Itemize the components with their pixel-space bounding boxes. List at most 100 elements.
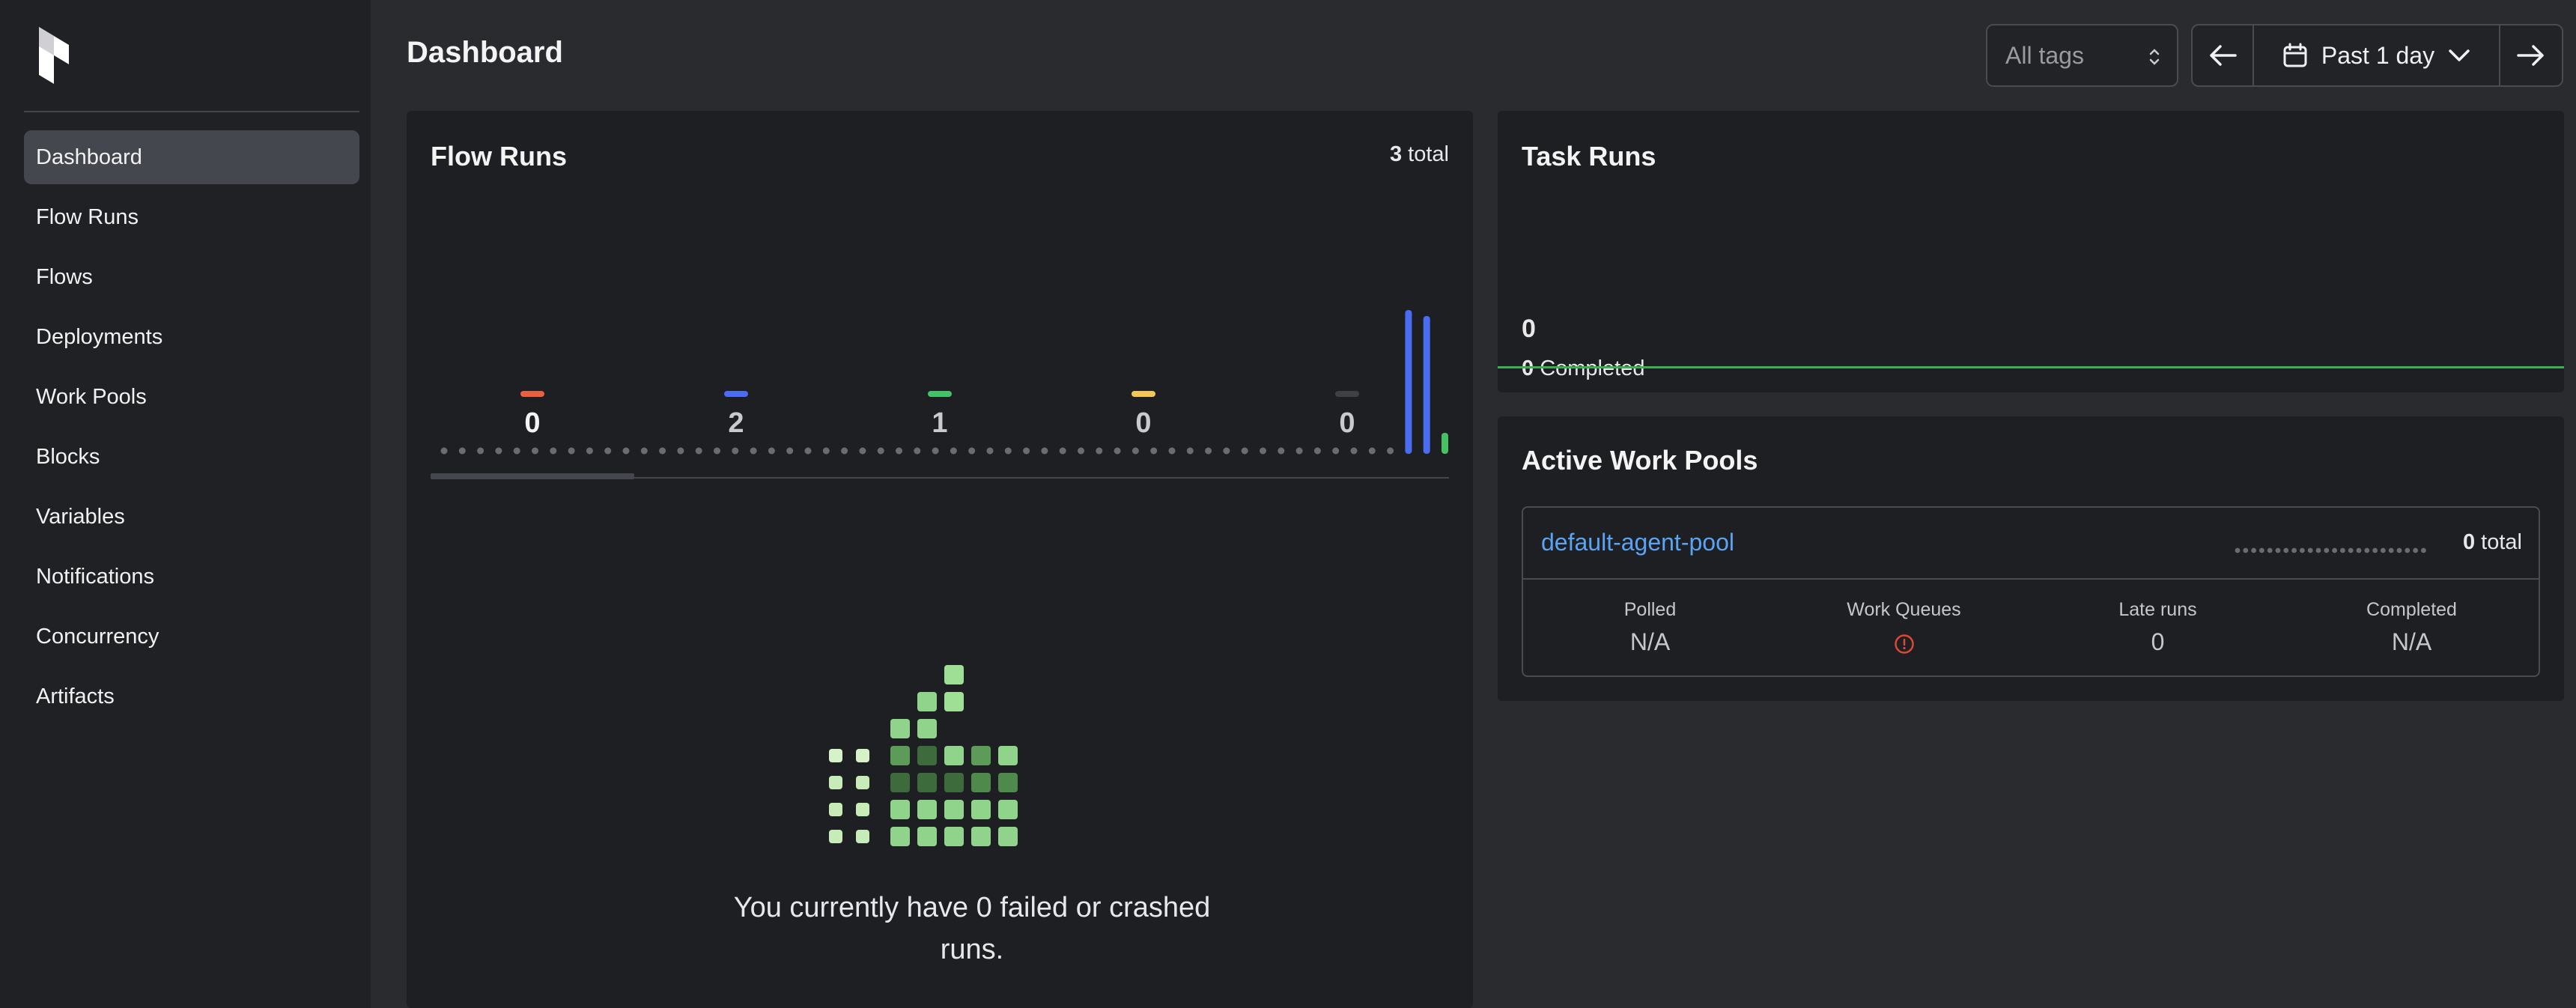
work-pool-stats: Polled N/A Work Queues Late runs 0 Compl… <box>1523 581 2539 677</box>
late-state-pill <box>1131 391 1155 397</box>
illustration-tile <box>829 776 842 789</box>
task-runs-completed-line <box>1498 366 2564 368</box>
activity-dot <box>2421 547 2426 553</box>
activity-dot <box>2332 547 2337 553</box>
task-runs-count: 0 <box>1522 315 1536 343</box>
work-pool-total-label: total <box>2481 530 2522 554</box>
arrow-right-icon <box>2517 45 2544 66</box>
activity-dot <box>2372 547 2378 553</box>
activity-dot <box>2283 547 2289 553</box>
tab-late-count: 0 <box>1135 407 1152 439</box>
illustration-tile <box>998 827 1018 846</box>
illustration-tile <box>971 746 991 765</box>
illustration-tile <box>944 827 964 846</box>
activity-dot <box>2413 547 2418 553</box>
sort-chevrons-icon <box>2149 49 2160 65</box>
illustration-tile <box>890 800 910 819</box>
illustration-tile <box>944 773 964 792</box>
illustration-tile <box>917 800 937 819</box>
tab-late[interactable]: 0 <box>1042 382 1245 472</box>
activity-dot <box>2364 547 2370 553</box>
activity-dot <box>2251 547 2256 553</box>
work-pool-activity-dots <box>2235 547 2426 553</box>
flow-runs-card: Flow Runs 3 total 0 2 1 0 0 You currentl… <box>407 111 1473 1008</box>
date-range-label: Past 1 day <box>2321 41 2435 69</box>
empty-state-message: You currently have 0 failed or crashed r… <box>733 892 1211 965</box>
illustration-tile <box>856 749 869 762</box>
sidebar-item-variables[interactable]: Variables <box>24 490 359 544</box>
sidebar-item-artifacts[interactable]: Artifacts <box>24 670 359 723</box>
date-range-picker: Past 1 day <box>2191 24 2563 87</box>
illustration-tile <box>829 830 842 843</box>
activity-dot <box>2405 547 2411 553</box>
stat-work-queues: Work Queues <box>1777 581 2031 677</box>
stat-completed-value: N/A <box>2391 628 2432 655</box>
flow-runs-total-count: 3 <box>1389 142 1403 166</box>
activity-dot <box>2307 547 2313 553</box>
stat-late-runs-value: 0 <box>2151 628 2165 655</box>
illustration-tile <box>890 827 910 846</box>
sidebar-item-work-pools[interactable]: Work Pools <box>24 370 359 424</box>
state-tabs: 0 2 1 0 0 <box>431 382 1449 592</box>
illustration-tile <box>998 773 1018 792</box>
activity-dot <box>2291 547 2297 553</box>
sidebar-item-flow-runs[interactable]: Flow Runs <box>24 190 359 244</box>
illustration-tile <box>944 665 964 684</box>
illustration-tile <box>944 692 964 711</box>
sidebar: Dashboard Flow Runs Flows Deployments Wo… <box>0 0 371 1008</box>
cancelled-state-pill <box>1335 391 1359 397</box>
activity-dot <box>2275 547 2281 553</box>
tab-completed-count: 1 <box>932 407 948 439</box>
activity-dot <box>2267 547 2273 553</box>
warning-circle-icon[interactable] <box>1893 633 1916 655</box>
next-range-button[interactable] <box>2500 25 2562 85</box>
illustration-tile <box>917 827 937 846</box>
completed-state-pill <box>928 391 952 397</box>
date-range-button[interactable]: Past 1 day <box>2254 25 2500 85</box>
sidebar-item-dashboard[interactable]: Dashboard <box>24 130 359 184</box>
illustration-tile <box>890 719 910 738</box>
flow-runs-total-label: total <box>1408 142 1449 166</box>
stat-work-queues-value <box>1777 628 2031 658</box>
stat-work-queues-label: Work Queues <box>1847 599 1961 620</box>
illustration-tile <box>890 773 910 792</box>
tab-running-count: 2 <box>728 407 744 439</box>
illustration-tile <box>856 776 869 789</box>
tab-completed[interactable]: 1 <box>838 382 1042 472</box>
tags-select[interactable]: All tags <box>1986 24 2178 87</box>
illustration-tile <box>971 773 991 792</box>
tab-failed[interactable]: 0 <box>431 382 634 472</box>
tags-select-value: All tags <box>2005 41 2084 69</box>
work-pool-link[interactable]: default-agent-pool <box>1541 529 1734 556</box>
previous-range-button[interactable] <box>2193 25 2254 85</box>
active-work-pools-card: Active Work Pools default-agent-pool 0 t… <box>1498 416 2564 701</box>
tab-running[interactable]: 2 <box>634 382 838 472</box>
prefect-logo-icon[interactable] <box>34 25 73 85</box>
task-runs-completed-label: Completed <box>1540 356 1645 380</box>
tab-cancelled-count: 0 <box>1339 407 1355 439</box>
activity-dot <box>2315 547 2321 553</box>
sidebar-item-deployments[interactable]: Deployments <box>24 310 359 364</box>
activity-dot <box>2348 547 2354 553</box>
stat-late-runs-label: Late runs <box>2118 599 2197 620</box>
work-pool-header: default-agent-pool 0 total <box>1523 508 2539 580</box>
sidebar-item-notifications[interactable]: Notifications <box>24 550 359 604</box>
active-work-pools-title: Active Work Pools <box>1522 445 1758 476</box>
illustration-tile <box>917 773 937 792</box>
illustration-tile <box>971 827 991 846</box>
illustration-tile <box>890 746 910 765</box>
empty-state-illustration <box>829 665 1018 846</box>
sidebar-item-concurrency[interactable]: Concurrency <box>24 610 359 664</box>
chevron-down-icon <box>2449 49 2470 61</box>
illustration-tile <box>917 692 937 711</box>
sidebar-nav: Dashboard Flow Runs Flows Deployments Wo… <box>24 130 359 729</box>
activity-dot <box>2324 547 2330 553</box>
activity-dot <box>2235 547 2241 553</box>
tab-cancelled[interactable]: 0 <box>1245 382 1449 472</box>
stat-polled-label: Polled <box>1623 599 1677 620</box>
activity-dot <box>2259 547 2264 553</box>
sidebar-item-flows[interactable]: Flows <box>24 250 359 304</box>
sidebar-item-blocks[interactable]: Blocks <box>24 430 359 484</box>
sidebar-divider <box>24 111 359 112</box>
flow-runs-total: 3 total <box>1390 142 1449 167</box>
